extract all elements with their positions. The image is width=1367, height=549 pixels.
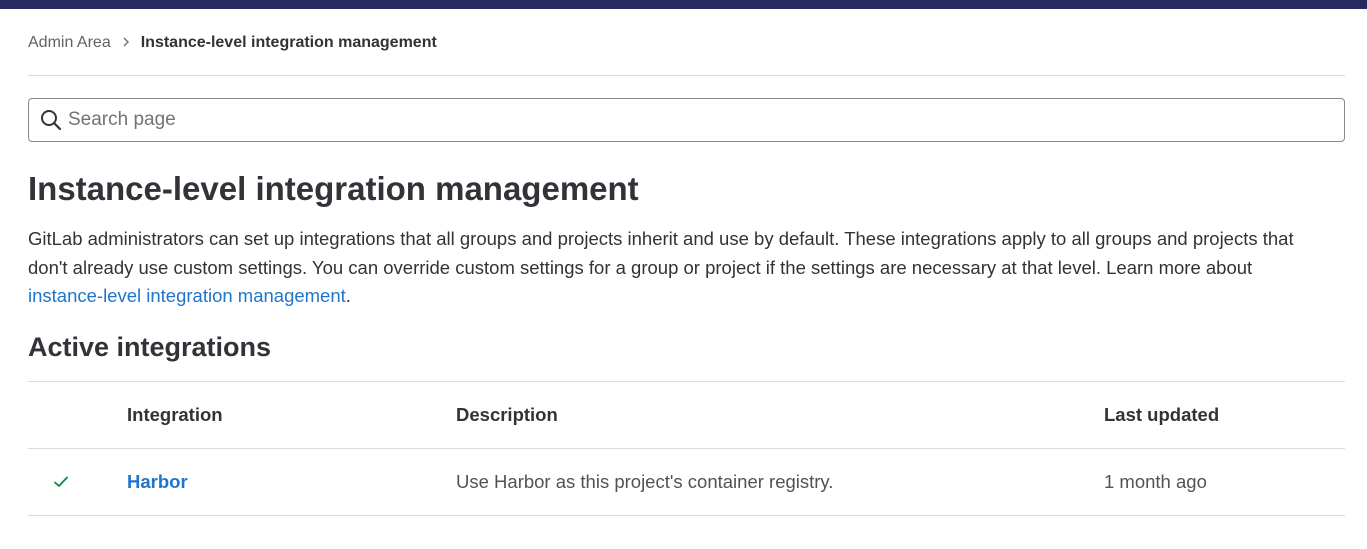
search-box[interactable] (28, 98, 1345, 142)
check-icon (52, 449, 70, 515)
column-header-description: Description (456, 404, 558, 425)
table-row: Harbor Use Harbor as this project's cont… (28, 449, 1345, 516)
integration-description: Use Harbor as this project's container r… (456, 471, 834, 492)
chevron-right-icon (121, 35, 131, 51)
integration-harbor-link[interactable]: Harbor (127, 471, 188, 493)
integration-last-updated: 1 month ago (1104, 471, 1207, 492)
search-input[interactable] (68, 109, 1268, 131)
page-title: Instance-level integration management (28, 170, 639, 207)
breadcrumb-divider (28, 75, 1345, 76)
active-integrations-title: Active integrations (28, 332, 272, 362)
page-description: GitLab administrators can set up integra… (28, 225, 1328, 311)
integration-docs-link[interactable]: instance-level integration management (28, 285, 346, 306)
integration-name-cell: Harbor (127, 449, 188, 515)
column-header-integration: Integration (127, 404, 223, 425)
breadcrumb-admin-area[interactable]: Admin Area (28, 34, 111, 52)
breadcrumb-current[interactable]: Instance-level integration management (141, 34, 437, 52)
integrations-table: Integration Description Last updated Har… (28, 381, 1345, 516)
table-header-row: Integration Description Last updated (28, 381, 1345, 449)
search-icon (40, 109, 62, 131)
description-end: . (345, 285, 351, 306)
column-header-last-updated: Last updated (1104, 404, 1220, 425)
top-navigation-bar (0, 0, 1367, 9)
breadcrumb: Admin Area Instance-level integration ma… (28, 33, 437, 53)
description-text: GitLab administrators can set up integra… (28, 228, 1294, 278)
